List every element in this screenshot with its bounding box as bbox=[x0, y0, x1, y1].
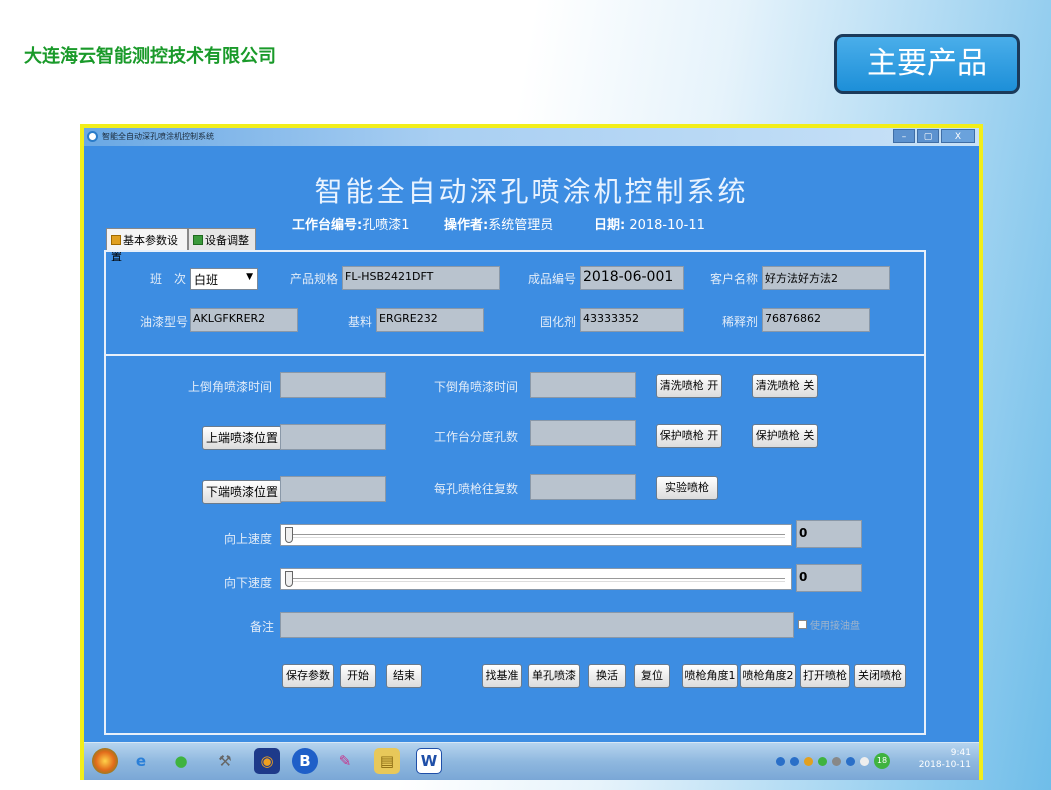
product-no-field[interactable]: 2018-06-001 bbox=[580, 266, 684, 290]
customer-field[interactable]: 好方法好方法2 bbox=[762, 266, 890, 290]
oil-tray-label: 使用接油盘 bbox=[810, 621, 860, 632]
stop-button[interactable]: 结束 bbox=[386, 664, 422, 688]
index-holes-field[interactable] bbox=[530, 420, 636, 446]
open-gun-button[interactable]: 打开喷枪 bbox=[800, 664, 850, 688]
tray-icon[interactable] bbox=[832, 757, 841, 766]
gun-angle-2-button[interactable]: 喷枪角度2 bbox=[740, 664, 796, 688]
repeat-count-label: 每孔喷枪往复数 bbox=[434, 482, 519, 496]
folder-icon[interactable]: ▤ bbox=[374, 748, 400, 774]
base-label: 基料 bbox=[348, 315, 373, 329]
down-speed-label: 向下速度 bbox=[224, 576, 273, 590]
system-title: 智能全自动深孔喷涂机控制系统 bbox=[314, 175, 749, 208]
tab-device-adjust[interactable]: 设备调整 bbox=[188, 228, 256, 250]
ie-icon[interactable]: e bbox=[128, 748, 154, 774]
remark-label: 备注 bbox=[250, 620, 275, 634]
taskbar-clock[interactable]: 9:41 2018-10-11 bbox=[919, 747, 971, 771]
close-gun-button[interactable]: 关闭喷枪 bbox=[854, 664, 906, 688]
lower-chamfer-time-field[interactable] bbox=[530, 372, 636, 398]
tab-basic-params[interactable]: 基本参数设置 bbox=[106, 228, 188, 263]
maximize-button[interactable]: ▢ bbox=[917, 129, 939, 143]
media-icon[interactable]: ◉ bbox=[254, 748, 280, 774]
window-title: 智能全自动深孔喷涂机控制系统 bbox=[102, 132, 214, 141]
up-speed-value: 0 bbox=[796, 520, 862, 548]
tray-icon[interactable] bbox=[804, 757, 813, 766]
date-info: 日期: 2018-10-11 bbox=[594, 218, 705, 233]
paint-type-field[interactable]: AKLGFKRER2 bbox=[190, 308, 298, 332]
spec-field[interactable]: FL-HSB2421DFT bbox=[342, 266, 500, 290]
tools-icon[interactable]: ⚒ bbox=[212, 748, 238, 774]
operator-info: 操作者:系统管理员 bbox=[444, 218, 554, 233]
curing-agent-field[interactable]: 43333352 bbox=[580, 308, 684, 332]
notification-badge[interactable]: 18 bbox=[874, 753, 890, 769]
down-speed-value: 0 bbox=[796, 564, 862, 592]
reset-button[interactable]: 复位 bbox=[634, 664, 670, 688]
company-name: 大连海云智能测控技术有限公司 bbox=[24, 46, 276, 67]
save-params-button[interactable]: 保存参数 bbox=[282, 664, 334, 688]
oil-tray-checkbox[interactable] bbox=[798, 620, 807, 629]
single-hole-spray-button[interactable]: 单孔喷漆 bbox=[528, 664, 580, 688]
paint-icon[interactable]: ✎ bbox=[332, 748, 358, 774]
app-icon bbox=[87, 131, 98, 142]
wechat-icon[interactable]: ● bbox=[168, 748, 194, 774]
protect-gun-off-button[interactable]: 保护喷枪 关 bbox=[752, 424, 818, 448]
thinner-field[interactable]: 76876862 bbox=[762, 308, 870, 332]
clean-gun-off-button[interactable]: 清洗喷枪 关 bbox=[752, 374, 818, 398]
remark-field[interactable] bbox=[280, 612, 794, 638]
spec-label: 产品规格 bbox=[290, 272, 339, 286]
tray-icon[interactable] bbox=[776, 757, 785, 766]
taskbar: e ● ⚒ ◉ B ✎ ▤ W 18 9:41 2018-10-11 bbox=[84, 742, 979, 780]
start-orb-icon[interactable] bbox=[92, 748, 118, 774]
lower-chamfer-time-label: 下倒角喷漆时间 bbox=[434, 380, 519, 394]
product-no-label: 成品编号 bbox=[528, 272, 577, 286]
word-icon[interactable]: W bbox=[416, 748, 442, 774]
shift-select[interactable]: 白班 ▼ bbox=[190, 268, 258, 290]
lower-spray-position-field[interactable] bbox=[280, 476, 386, 502]
down-speed-slider[interactable] bbox=[280, 568, 792, 590]
settings-icon bbox=[111, 235, 121, 245]
volume-icon[interactable] bbox=[860, 757, 869, 766]
station-info: 工作台编号:孔喷漆1 bbox=[292, 218, 410, 233]
paint-type-label: 油漆型号 bbox=[140, 315, 189, 329]
minimize-button[interactable]: – bbox=[893, 129, 915, 143]
lower-spray-position-button[interactable]: 下端喷漆位置 bbox=[202, 480, 282, 504]
tray-icon[interactable] bbox=[818, 757, 827, 766]
up-speed-slider[interactable] bbox=[280, 524, 792, 546]
customer-label: 客户名称 bbox=[710, 272, 759, 286]
window-titlebar[interactable]: 智能全自动深孔喷涂机控制系统 – ▢ X bbox=[84, 128, 979, 146]
up-speed-label: 向上速度 bbox=[224, 532, 273, 546]
slider-thumb[interactable] bbox=[285, 571, 293, 587]
start-button[interactable]: 开始 bbox=[340, 664, 376, 688]
clock-time: 9:41 bbox=[950, 748, 971, 758]
main-products-button[interactable]: 主要产品 bbox=[834, 34, 1020, 94]
test-gun-button[interactable]: 实验喷枪 bbox=[656, 476, 718, 500]
section-divider bbox=[104, 354, 926, 356]
clean-gun-on-button[interactable]: 清洗喷枪 开 bbox=[656, 374, 722, 398]
protect-gun-on-button[interactable]: 保护喷枪 开 bbox=[656, 424, 722, 448]
clock-date: 2018-10-11 bbox=[918, 760, 971, 770]
tray-icon[interactable] bbox=[790, 757, 799, 766]
close-button[interactable]: X bbox=[941, 129, 975, 143]
base-field[interactable]: ERGRE232 bbox=[376, 308, 484, 332]
upper-chamfer-time-label: 上倒角喷漆时间 bbox=[188, 380, 273, 394]
chevron-down-icon: ▼ bbox=[246, 272, 253, 282]
upper-spray-position-field[interactable] bbox=[280, 424, 386, 450]
repeat-count-field[interactable] bbox=[530, 474, 636, 500]
app-window: 智能全自动深孔喷涂机控制系统 – ▢ X 智能全自动深孔喷涂机控制系统 工作台编… bbox=[80, 124, 983, 780]
shift-label: 班 次 bbox=[150, 272, 187, 286]
upper-chamfer-time-field[interactable] bbox=[280, 372, 386, 398]
gun-angle-1-button[interactable]: 喷枪角度1 bbox=[682, 664, 738, 688]
curing-agent-label: 固化剂 bbox=[540, 315, 577, 329]
change-workpiece-button[interactable]: 换活 bbox=[588, 664, 626, 688]
thinner-label: 稀释剂 bbox=[722, 315, 759, 329]
find-reference-button[interactable]: 找基准 bbox=[482, 664, 522, 688]
browser-icon[interactable]: B bbox=[292, 748, 318, 774]
upper-spray-position-button[interactable]: 上端喷漆位置 bbox=[202, 426, 282, 450]
index-holes-label: 工作台分度孔数 bbox=[434, 430, 519, 444]
network-icon[interactable] bbox=[846, 757, 855, 766]
slider-thumb[interactable] bbox=[285, 527, 293, 543]
device-icon bbox=[193, 235, 203, 245]
